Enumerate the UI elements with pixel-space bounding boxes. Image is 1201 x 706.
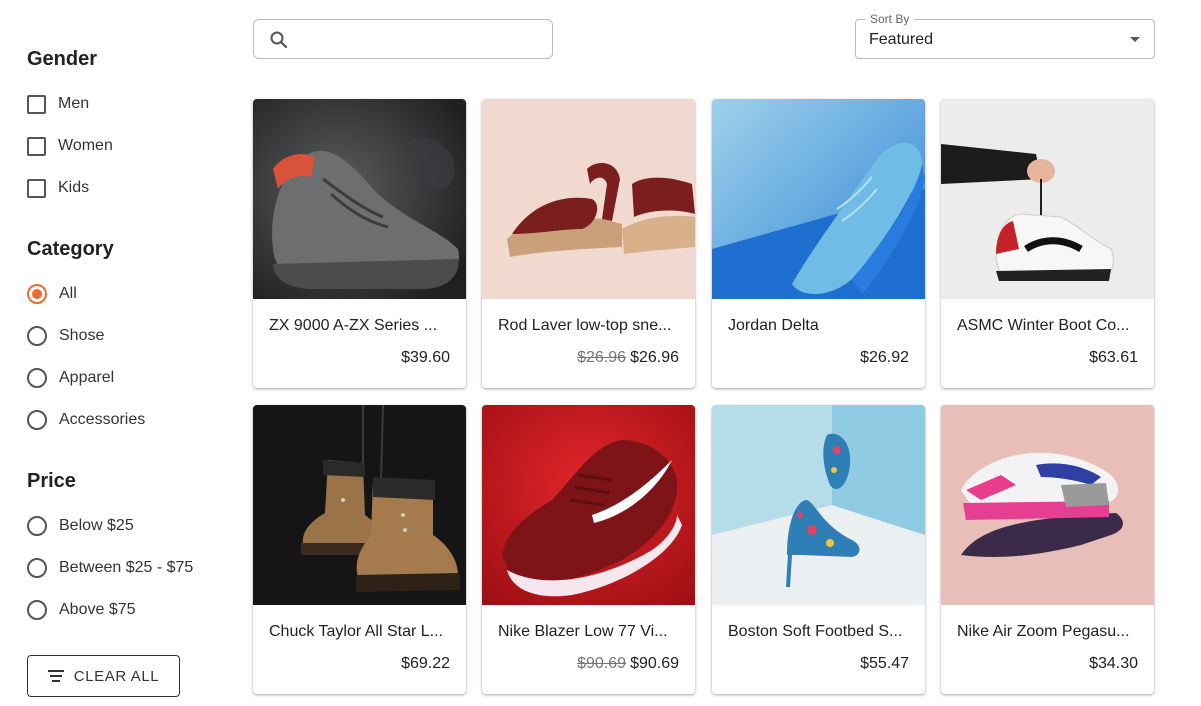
price-heading: Price xyxy=(27,470,76,492)
product-card[interactable]: Rod Laver low-top sne... $26.96 $26.96 xyxy=(482,99,695,388)
product-card[interactable]: ZX 9000 A-ZX Series ... $39.60 xyxy=(253,99,466,388)
accessories-radio[interactable] xyxy=(27,410,47,430)
product-image-pink-sneaker xyxy=(941,405,1154,605)
shose-label: Shose xyxy=(59,327,105,344)
gender-option-kids[interactable]: Kids xyxy=(27,176,89,200)
product-image-red-sneaker xyxy=(482,405,695,605)
product-price-value: $90.69 xyxy=(630,655,679,672)
product-price: $26.92 xyxy=(860,349,909,367)
search-box[interactable] xyxy=(253,19,553,59)
product-price-value: $39.60 xyxy=(401,349,450,366)
gender-option-men[interactable]: Men xyxy=(27,92,89,116)
all-label: All xyxy=(59,285,77,302)
clear-all-label: CLEAR ALL xyxy=(73,667,160,685)
product-price: $63.61 xyxy=(1089,349,1138,367)
product-image-grey-sneaker xyxy=(253,99,466,299)
product-price-value: $26.96 xyxy=(630,349,679,366)
women-checkbox[interactable] xyxy=(27,136,46,156)
product-image-blue-sneaker xyxy=(712,99,925,299)
gender-option-women[interactable]: Women xyxy=(27,134,113,158)
product-image-hanging-sneaker xyxy=(941,99,1154,299)
all-radio[interactable] xyxy=(27,284,47,304)
above-75-radio[interactable] xyxy=(27,600,47,620)
product-price: $69.22 xyxy=(401,655,450,673)
sort-select[interactable]: Sort By Featured xyxy=(855,12,1155,59)
product-image-sandals xyxy=(482,99,695,299)
category-option-accessories[interactable]: Accessories xyxy=(27,408,145,432)
product-price-value: $69.22 xyxy=(401,655,450,672)
clear-all-button[interactable]: CLEAR ALL xyxy=(27,655,180,697)
product-title: Jordan Delta xyxy=(728,317,819,334)
women-label: Women xyxy=(58,137,113,154)
clear-filter-icon xyxy=(47,670,64,682)
product-card[interactable]: Chuck Taylor All Star L... $69.22 xyxy=(253,405,466,694)
product-price: $39.60 xyxy=(401,349,450,367)
category-option-all[interactable]: All xyxy=(27,282,77,306)
product-card[interactable]: Jordan Delta $26.92 xyxy=(712,99,925,388)
product-old-price: $26.96 xyxy=(577,349,627,366)
category-heading: Category xyxy=(27,238,114,260)
product-card[interactable]: Boston Soft Footbed S... $55.47 xyxy=(712,405,925,694)
shose-radio[interactable] xyxy=(27,326,47,346)
search-input[interactable] xyxy=(298,26,538,52)
product-price: $34.30 xyxy=(1089,655,1138,673)
product-price-value: $55.47 xyxy=(860,655,909,672)
between-25-75-radio[interactable] xyxy=(27,558,47,578)
product-image-boots xyxy=(253,405,466,605)
product-price: $26.96 $26.96 xyxy=(577,349,679,367)
accessories-label: Accessories xyxy=(59,411,146,428)
price-option-below-25[interactable]: Below $25 xyxy=(27,514,134,538)
product-title: Rod Laver low-top sne... xyxy=(498,317,672,334)
dropdown-caret-icon xyxy=(1130,37,1140,42)
men-checkbox[interactable] xyxy=(27,94,46,114)
product-title: ASMC Winter Boot Co... xyxy=(957,317,1130,334)
product-price: $55.47 xyxy=(860,655,909,673)
product-price-value: $26.92 xyxy=(860,349,909,366)
product-card[interactable]: Nike Blazer Low 77 Vi... $90.69 $90.69 xyxy=(482,405,695,694)
product-price: $90.69 $90.69 xyxy=(577,655,679,673)
apparel-radio[interactable] xyxy=(27,368,47,388)
kids-checkbox[interactable] xyxy=(27,178,46,198)
category-option-shose[interactable]: Shose xyxy=(27,324,104,348)
product-title: Chuck Taylor All Star L... xyxy=(269,623,443,640)
product-title: ZX 9000 A-ZX Series ... xyxy=(269,317,438,334)
sort-value: Featured xyxy=(869,31,934,48)
sort-label: Sort By xyxy=(865,12,915,26)
price-option-between-25-75[interactable]: Between $25 - $75 xyxy=(27,556,193,580)
men-label: Men xyxy=(58,95,90,112)
product-title: Nike Blazer Low 77 Vi... xyxy=(498,623,668,640)
below-25-radio[interactable] xyxy=(27,516,47,536)
product-card[interactable]: ASMC Winter Boot Co... $63.61 xyxy=(941,99,1154,388)
above-75-label: Above $75 xyxy=(59,601,136,618)
apparel-label: Apparel xyxy=(59,369,115,386)
product-price-value: $34.30 xyxy=(1089,655,1138,672)
product-image-floral-heels xyxy=(712,405,925,605)
between-25-75-label: Between $25 - $75 xyxy=(59,559,194,576)
kids-label: Kids xyxy=(58,179,90,196)
product-title: Nike Air Zoom Pegasu... xyxy=(957,623,1130,640)
below-25-label: Below $25 xyxy=(59,517,134,534)
gender-heading: Gender xyxy=(27,48,98,70)
product-price-value: $63.61 xyxy=(1089,349,1138,366)
category-option-apparel[interactable]: Apparel xyxy=(27,366,114,390)
search-icon xyxy=(270,31,288,49)
product-card[interactable]: Nike Air Zoom Pegasu... $34.30 xyxy=(941,405,1154,694)
price-option-above-75[interactable]: Above $75 xyxy=(27,598,136,622)
product-old-price: $90.69 xyxy=(577,655,627,672)
product-title: Boston Soft Footbed S... xyxy=(728,623,903,640)
